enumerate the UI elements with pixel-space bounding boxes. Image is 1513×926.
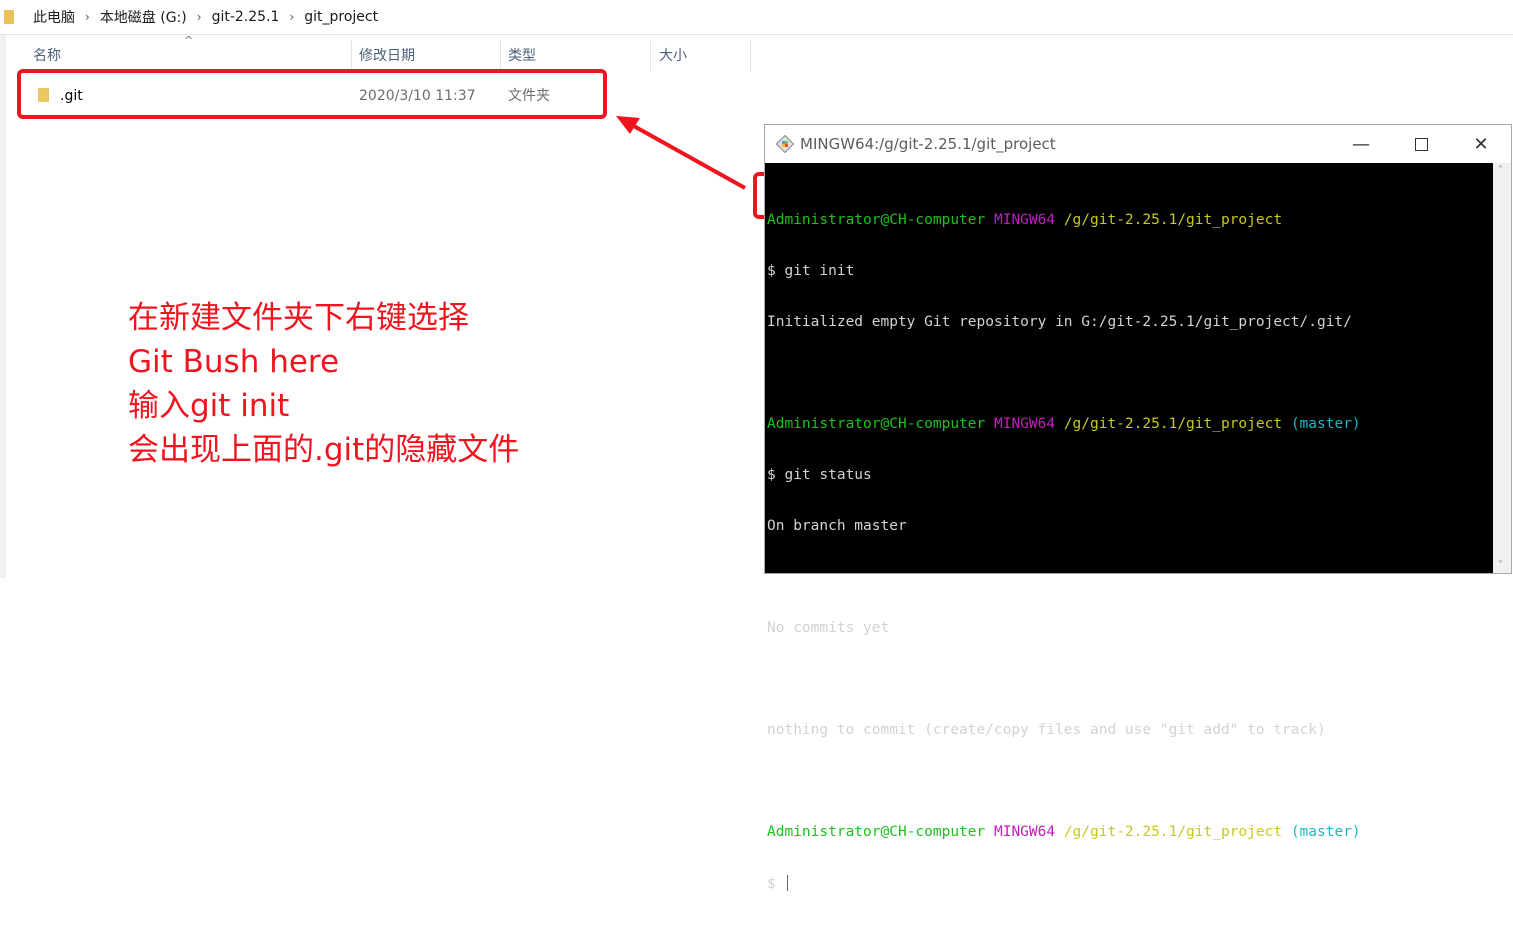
close-button[interactable]: ✕ — [1451, 125, 1511, 163]
annotation-line: 在新建文件夹下右键选择 — [128, 300, 469, 336]
breadcrumb-item[interactable]: 此电脑 — [28, 7, 80, 27]
prompt-path: /g/git-2.25.1/git_project — [1063, 212, 1283, 228]
column-divider[interactable] — [650, 40, 651, 72]
column-header-type[interactable]: 类型 — [508, 40, 648, 70]
command-line: $ git status — [767, 467, 872, 483]
chevron-right-icon[interactable]: › — [192, 10, 207, 24]
prompt-user: Administrator@CH-computer — [767, 416, 986, 432]
scroll-down-icon[interactable]: ˅ — [1498, 560, 1503, 571]
annotation-line: 输入git init — [128, 388, 290, 424]
prompt-branch: (master) — [1290, 416, 1361, 432]
breadcrumb-item[interactable]: git_project — [299, 9, 383, 25]
column-divider[interactable] — [500, 40, 501, 72]
terminal-window[interactable]: MINGW64:/g/git-2.25.1/git_project — ✕ Ad… — [764, 124, 1512, 892]
terminal-titlebar[interactable]: MINGW64:/g/git-2.25.1/git_project — ✕ — [765, 125, 1511, 163]
column-header-label: 名称 — [33, 48, 61, 64]
prompt-line: Administrator@CH-computer MINGW64 /g/git… — [765, 824, 1493, 841]
input-line[interactable]: $ — [765, 875, 1493, 892]
annotation-line: 会出现上面的.git的隐藏文件 — [128, 432, 520, 468]
output-line: No commits yet — [767, 620, 890, 636]
column-header-label: 大小 — [659, 48, 687, 64]
column-header-size[interactable]: 大小 — [659, 40, 749, 70]
output-line: On branch master — [767, 518, 907, 534]
column-header-label: 修改日期 — [359, 48, 415, 64]
folder-icon — [4, 10, 14, 24]
highlight-box-git-folder — [17, 69, 607, 119]
column-divider[interactable] — [750, 40, 751, 72]
breadcrumb-item[interactable]: 本地磁盘 (G:) — [95, 7, 192, 27]
navigation-pane — [0, 35, 6, 578]
prompt-path: /g/git-2.25.1/git_project — [1063, 824, 1283, 840]
chevron-right-icon[interactable]: › — [80, 10, 95, 24]
prompt-line: Administrator@CH-computer MINGW64 /g/git… — [765, 416, 1493, 433]
prompt-env: MINGW64 — [993, 212, 1056, 228]
scroll-up-icon[interactable]: ˄ — [1498, 165, 1503, 176]
window-title: MINGW64:/g/git-2.25.1/git_project — [800, 135, 1056, 153]
column-header-label: 类型 — [508, 48, 536, 64]
column-divider[interactable] — [351, 40, 352, 72]
prompt-user: Administrator@CH-computer — [767, 212, 986, 228]
prompt-path: /g/git-2.25.1/git_project — [1063, 416, 1283, 432]
git-logo-icon — [776, 135, 794, 153]
prompt-branch: (master) — [1290, 824, 1361, 840]
maximize-icon — [1414, 137, 1428, 151]
close-icon: ✕ — [1473, 133, 1489, 155]
text-cursor — [786, 875, 788, 891]
chevron-right-icon[interactable]: › — [284, 10, 299, 24]
vertical-scrollbar[interactable]: ˄ ˅ — [1493, 163, 1511, 573]
maximize-button[interactable] — [1391, 125, 1451, 163]
minimize-icon: — — [1352, 133, 1370, 155]
breadcrumb-item[interactable]: git-2.25.1 — [207, 9, 285, 25]
output-line: Initialized empty Git repository in G:/g… — [767, 314, 1352, 330]
output-line: nothing to commit (create/copy files and… — [767, 722, 1326, 738]
prompt-symbol: $ — [767, 876, 776, 892]
prompt-line: Administrator@CH-computer MINGW64 /g/git… — [765, 212, 1493, 229]
terminal-output[interactable]: Administrator@CH-computer MINGW64 /g/git… — [765, 163, 1493, 892]
minimize-button[interactable]: — — [1331, 125, 1391, 163]
arrow-icon — [616, 116, 746, 190]
annotation-line: Git Bush here — [128, 344, 340, 380]
prompt-env: MINGW64 — [993, 824, 1056, 840]
annotation-text: 在新建文件夹下右键选择 Git Bush here 输入git init 会出现… — [128, 296, 519, 472]
column-header-name[interactable]: 名称 — [33, 40, 351, 70]
command-line: $ git init — [767, 263, 855, 279]
prompt-user: Administrator@CH-computer — [767, 824, 986, 840]
prompt-env: MINGW64 — [993, 416, 1056, 432]
column-header-modified[interactable]: 修改日期 — [359, 40, 499, 70]
address-bar[interactable]: 此电脑 › 本地磁盘 (G:) › git-2.25.1 › git_proje… — [0, 0, 1513, 35]
